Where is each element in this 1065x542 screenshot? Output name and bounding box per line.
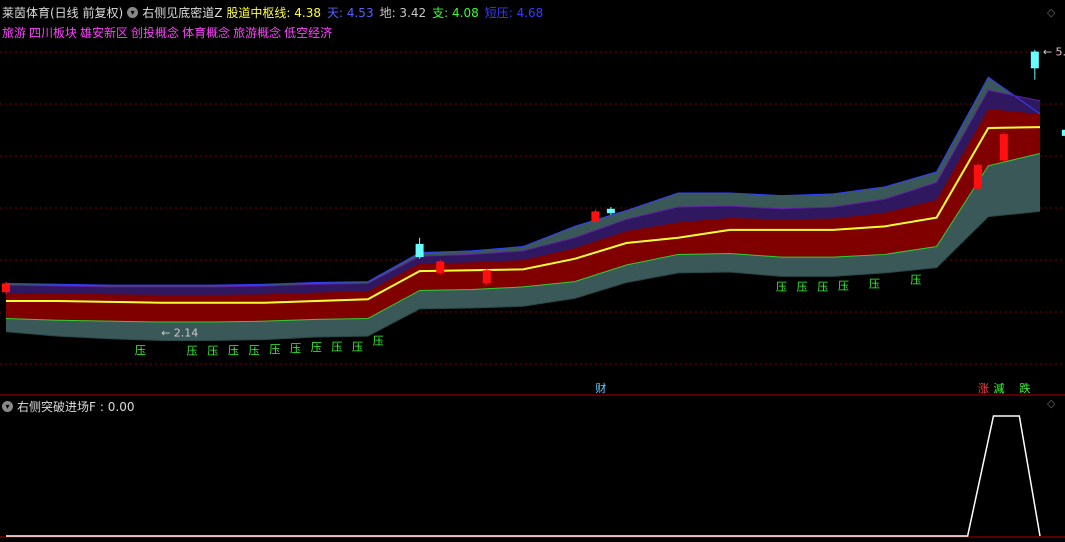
- cai-label: 财: [595, 381, 606, 395]
- candle-5: [606, 208, 615, 214]
- concept-5[interactable]: 旅游概念: [233, 24, 281, 41]
- chart-header: 莱茵体育(日线 前复权) ▾ 右侧见底密道Z 股道中枢线: 4.38 天: 4.5…: [2, 4, 543, 20]
- concept-2[interactable]: 雄安新区: [80, 24, 128, 41]
- concept-6[interactable]: 低空经济: [284, 24, 332, 41]
- indicator-values: 股道中枢线: 4.38 天: 4.53 地: 3.42 支: 4.08 短压: 4.68: [226, 4, 543, 21]
- press-mark-14: 压: [838, 280, 849, 293]
- candle-8: [1030, 51, 1039, 69]
- concept-list: 旅游 四川板块 雄安新区 创投概念 体育概念 旅游概念 低空经济: [2, 24, 332, 41]
- price-bands: [6, 77, 1040, 341]
- sub-indicator-label: 右侧突破进场F: [17, 400, 96, 414]
- die-label: 跌: [1019, 381, 1030, 395]
- concept-4[interactable]: 体育概念: [182, 24, 230, 41]
- candle-4: [591, 211, 600, 222]
- press-mark-10: 压: [373, 335, 384, 348]
- low-label: ← 2.14: [161, 327, 198, 340]
- chart-canvas: 压压压压压压压压压压压压压压压压压← 2.14← 5.24财涨減跌: [0, 46, 1065, 538]
- candle-2: [436, 261, 445, 273]
- concept-3[interactable]: 创投概念: [131, 24, 179, 41]
- sub-indicator-header: ▾ 右侧突破进场F : 0.00: [2, 398, 134, 415]
- indicator-value-1: 天: 4.53: [327, 5, 374, 20]
- signal-panel: [6, 415, 1041, 537]
- press-mark-3: 压: [228, 344, 239, 357]
- press-mark-12: 压: [797, 280, 808, 293]
- candle-1: [415, 243, 424, 258]
- press-mark-0: 压: [135, 344, 146, 357]
- press-mark-4: 压: [249, 344, 260, 357]
- press-mark-13: 压: [817, 280, 828, 293]
- press-mark-7: 压: [311, 341, 322, 354]
- diamond-icon[interactable]: ◇: [1047, 397, 1055, 410]
- stock-title: 莱茵体育(日线 前复权): [2, 5, 124, 20]
- press-mark-11: 压: [776, 280, 787, 293]
- high-label: ← 5.24: [1043, 46, 1065, 59]
- indicator-value-0: 股道中枢线: 4.38: [226, 5, 321, 20]
- press-mark-8: 压: [331, 341, 342, 354]
- press-mark-16: 压: [910, 274, 921, 287]
- press-mark-9: 压: [352, 340, 363, 353]
- indicator-name: 右侧见底密道Z: [142, 5, 223, 20]
- press-mark-15: 压: [869, 278, 880, 291]
- chevron-down-icon[interactable]: ▾: [127, 6, 139, 18]
- concept-0[interactable]: 旅游: [2, 24, 26, 41]
- zhang-label: 涨: [978, 382, 989, 395]
- signal-line: [6, 415, 1041, 537]
- candle-6: [973, 164, 982, 189]
- sub-indicator-value: : 0.00: [99, 399, 135, 414]
- jian-label: 減: [993, 381, 1004, 395]
- candle-3: [482, 270, 491, 284]
- chevron-down-icon[interactable]: ▾: [2, 401, 13, 412]
- press-mark-1: 压: [187, 344, 198, 357]
- candle-7: [999, 134, 1008, 161]
- candle-0: [2, 283, 10, 293]
- indicator-value-2: 地: 3.42: [379, 5, 427, 20]
- press-mark-2: 压: [207, 344, 218, 357]
- indicator-value-3: 支: 4.08: [432, 5, 479, 20]
- press-mark-5: 压: [269, 343, 280, 356]
- press-mark-6: 压: [290, 342, 301, 355]
- concept-1[interactable]: 四川板块: [29, 24, 77, 41]
- diamond-icon[interactable]: ◇: [1047, 6, 1055, 19]
- indicator-value-4: 短压: 4.68: [484, 5, 544, 20]
